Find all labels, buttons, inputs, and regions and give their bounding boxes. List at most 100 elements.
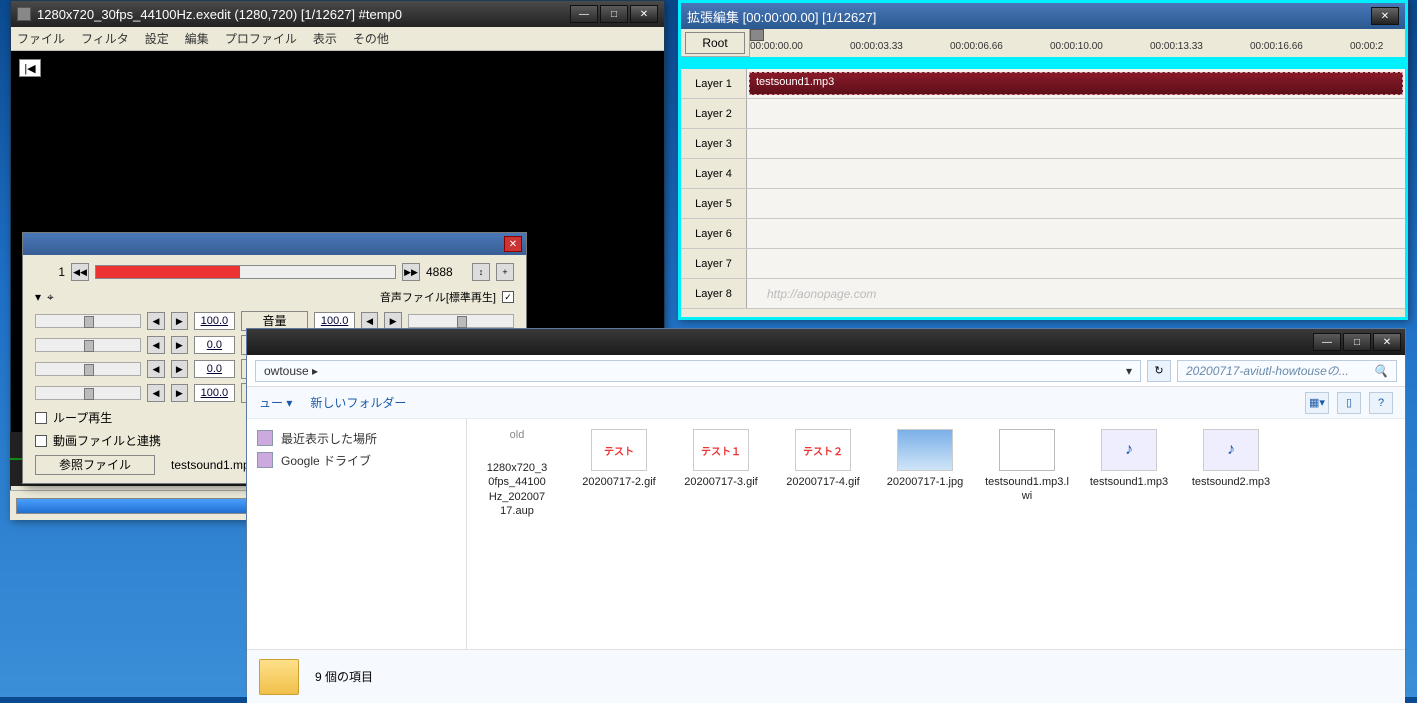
refresh-button[interactable]: ↻ (1147, 360, 1171, 382)
explorer-window: — □ ✕ owtouse ▸▾ ↻ 20200717-aviutl-howto… (246, 328, 1406, 694)
layer-label[interactable]: Layer 3 (681, 129, 747, 158)
explorer-titlebar[interactable]: — □ ✕ (247, 329, 1405, 355)
layer-label[interactable]: Layer 5 (681, 189, 747, 218)
param-value-left[interactable]: 0.0 (194, 336, 235, 354)
param-inc-button[interactable]: ▶ (171, 336, 188, 354)
root-button[interactable]: Root (685, 32, 745, 54)
file-name: 20200717-2.gif (575, 475, 663, 489)
frame-prev-button[interactable]: ◀◀ (71, 263, 89, 281)
param-slider-left[interactable] (35, 362, 141, 376)
timeline-close-button[interactable]: ✕ (1371, 7, 1399, 25)
search-icon: 🔍 (1373, 364, 1388, 378)
param-value-left[interactable]: 100.0 (194, 384, 235, 402)
watermark-text: http://aonopage.com (747, 279, 1405, 309)
frame-next-button[interactable]: ▶▶ (402, 263, 420, 281)
sidebar-item-gdrive[interactable]: Google ドライブ (257, 449, 456, 471)
param-value-left[interactable]: 100.0 (194, 312, 235, 330)
layer-track[interactable]: http://aonopage.com (747, 279, 1405, 308)
preview-pane-button[interactable]: ▯ (1337, 392, 1361, 414)
add-button[interactable]: + (496, 263, 514, 281)
ref-file-button[interactable]: 参照ファイル (35, 455, 155, 475)
chapter-start-icon[interactable]: |◀ (19, 59, 41, 77)
timeline-titlebar[interactable]: 拡張編集 [00:00:00.00] [1/12627] ✕ (681, 3, 1405, 29)
link-checkbox[interactable] (35, 435, 47, 447)
options-button[interactable]: ↕ (472, 263, 490, 281)
close-button[interactable]: ✕ (630, 5, 658, 23)
file-name: 20200717-4.gif (779, 475, 867, 489)
file-name: 20200717-3.gif (677, 475, 765, 489)
file-grid[interactable]: old 1280x720_3 0fps_44100 Hz_202007 17.a… (467, 419, 1405, 649)
view-mode-button[interactable]: ▦▾ (1305, 392, 1329, 414)
layer-label[interactable]: Layer 4 (681, 159, 747, 188)
param-slider-left[interactable] (35, 338, 141, 352)
param-dec-button[interactable]: ◀ (147, 360, 164, 378)
frame-seekbar[interactable] (95, 265, 396, 279)
item-count: 9 個の項目 (315, 668, 373, 685)
frame-end: 4888 (426, 265, 466, 279)
layer-track[interactable] (747, 189, 1405, 218)
param-slider-right[interactable] (408, 314, 514, 328)
frame-seek-row: 1 ◀◀ ▶▶ 4888 ↕ + (35, 263, 514, 281)
loop-checkbox[interactable] (35, 412, 47, 424)
menu-other[interactable]: その他 (353, 30, 389, 47)
filter-enable-checkbox[interactable]: ✓ (502, 291, 514, 303)
explorer-toolbar: ュー ▾ 新しいフォルダー ▦▾ ▯ ? (247, 387, 1405, 419)
playhead[interactable] (750, 29, 764, 41)
param-dec-button[interactable]: ◀ (147, 384, 164, 402)
menu-profile[interactable]: プロファイル (225, 30, 297, 47)
menu-file[interactable]: ファイル (17, 30, 65, 47)
file-thumbnail: テスト２ (795, 429, 851, 471)
layer-track[interactable] (747, 129, 1405, 158)
maximize-button[interactable]: □ (600, 5, 628, 23)
help-button[interactable]: ? (1369, 392, 1393, 414)
layer-track[interactable] (747, 99, 1405, 128)
param-inc-button[interactable]: ▶ (171, 360, 188, 378)
menu-view[interactable]: 表示 (313, 30, 337, 47)
layer-track[interactable] (747, 249, 1405, 278)
audio-clip[interactable]: testsound1.mp3 (749, 72, 1403, 95)
breadcrumb[interactable]: owtouse ▸▾ (255, 360, 1141, 382)
layer-label[interactable]: Layer 7 (681, 249, 747, 278)
props-titlebar[interactable]: ✕ (23, 233, 526, 255)
file-item[interactable]: testsound1.mp3.lwi (983, 429, 1071, 504)
search-input[interactable]: 20200717-aviutl-howtouseの...🔍 (1177, 360, 1397, 382)
new-folder-button[interactable]: 新しいフォルダー (310, 394, 406, 411)
layer-track[interactable]: testsound1.mp3 (747, 69, 1405, 98)
param-dec-button[interactable]: ◀ (147, 312, 164, 330)
organize-menu[interactable]: ュー ▾ (259, 394, 292, 411)
props-close-button[interactable]: ✕ (504, 236, 522, 252)
exp-maximize-button[interactable]: □ (1343, 333, 1371, 351)
layer-label[interactable]: Layer 6 (681, 219, 747, 248)
minimize-button[interactable]: — (570, 5, 598, 23)
param-slider-left[interactable] (35, 386, 141, 400)
exp-minimize-button[interactable]: — (1313, 333, 1341, 351)
menubar: ファイル フィルタ 設定 編集 プロファイル 表示 その他 (11, 27, 664, 51)
param-value-left[interactable]: 0.0 (194, 360, 235, 378)
main-titlebar[interactable]: 1280x720_30fps_44100Hz.exedit (1280,720)… (11, 1, 664, 27)
file-item-partial[interactable]: old 1280x720_3 0fps_44100 Hz_202007 17.a… (473, 429, 561, 518)
param-inc-button[interactable]: ▶ (171, 312, 188, 330)
expand-icon[interactable]: ▾ (35, 290, 41, 304)
layer-label[interactable]: Layer 1 (681, 69, 747, 98)
file-item[interactable]: テスト 20200717-2.gif (575, 429, 663, 489)
file-item[interactable]: 20200717-1.jpg (881, 429, 969, 489)
file-item[interactable]: testsound2.mp3 (1187, 429, 1275, 489)
timeline-ruler[interactable]: 00:00:00.0000:00:03.3300:00:06.6600:00:1… (749, 29, 1405, 57)
layer-track[interactable] (747, 219, 1405, 248)
param-dec-button[interactable]: ◀ (147, 336, 164, 354)
layer-track[interactable] (747, 159, 1405, 188)
layer-label[interactable]: Layer 2 (681, 99, 747, 128)
layer-label[interactable]: Layer 8 (681, 279, 747, 308)
sidebar-item-recent[interactable]: 最近表示した場所 (257, 427, 456, 449)
menu-settings[interactable]: 設定 (145, 30, 169, 47)
file-item[interactable]: テスト２ 20200717-4.gif (779, 429, 867, 489)
app-icon (17, 7, 31, 21)
file-thumbnail: テスト (591, 429, 647, 471)
menu-filter[interactable]: フィルタ (81, 30, 129, 47)
param-slider-left[interactable] (35, 314, 141, 328)
exp-close-button[interactable]: ✕ (1373, 333, 1401, 351)
menu-edit[interactable]: 編集 (185, 30, 209, 47)
file-item[interactable]: テスト１20200717-3.gif (677, 429, 765, 489)
file-item[interactable]: testsound1.mp3 (1085, 429, 1173, 489)
param-inc-button[interactable]: ▶ (171, 384, 188, 402)
